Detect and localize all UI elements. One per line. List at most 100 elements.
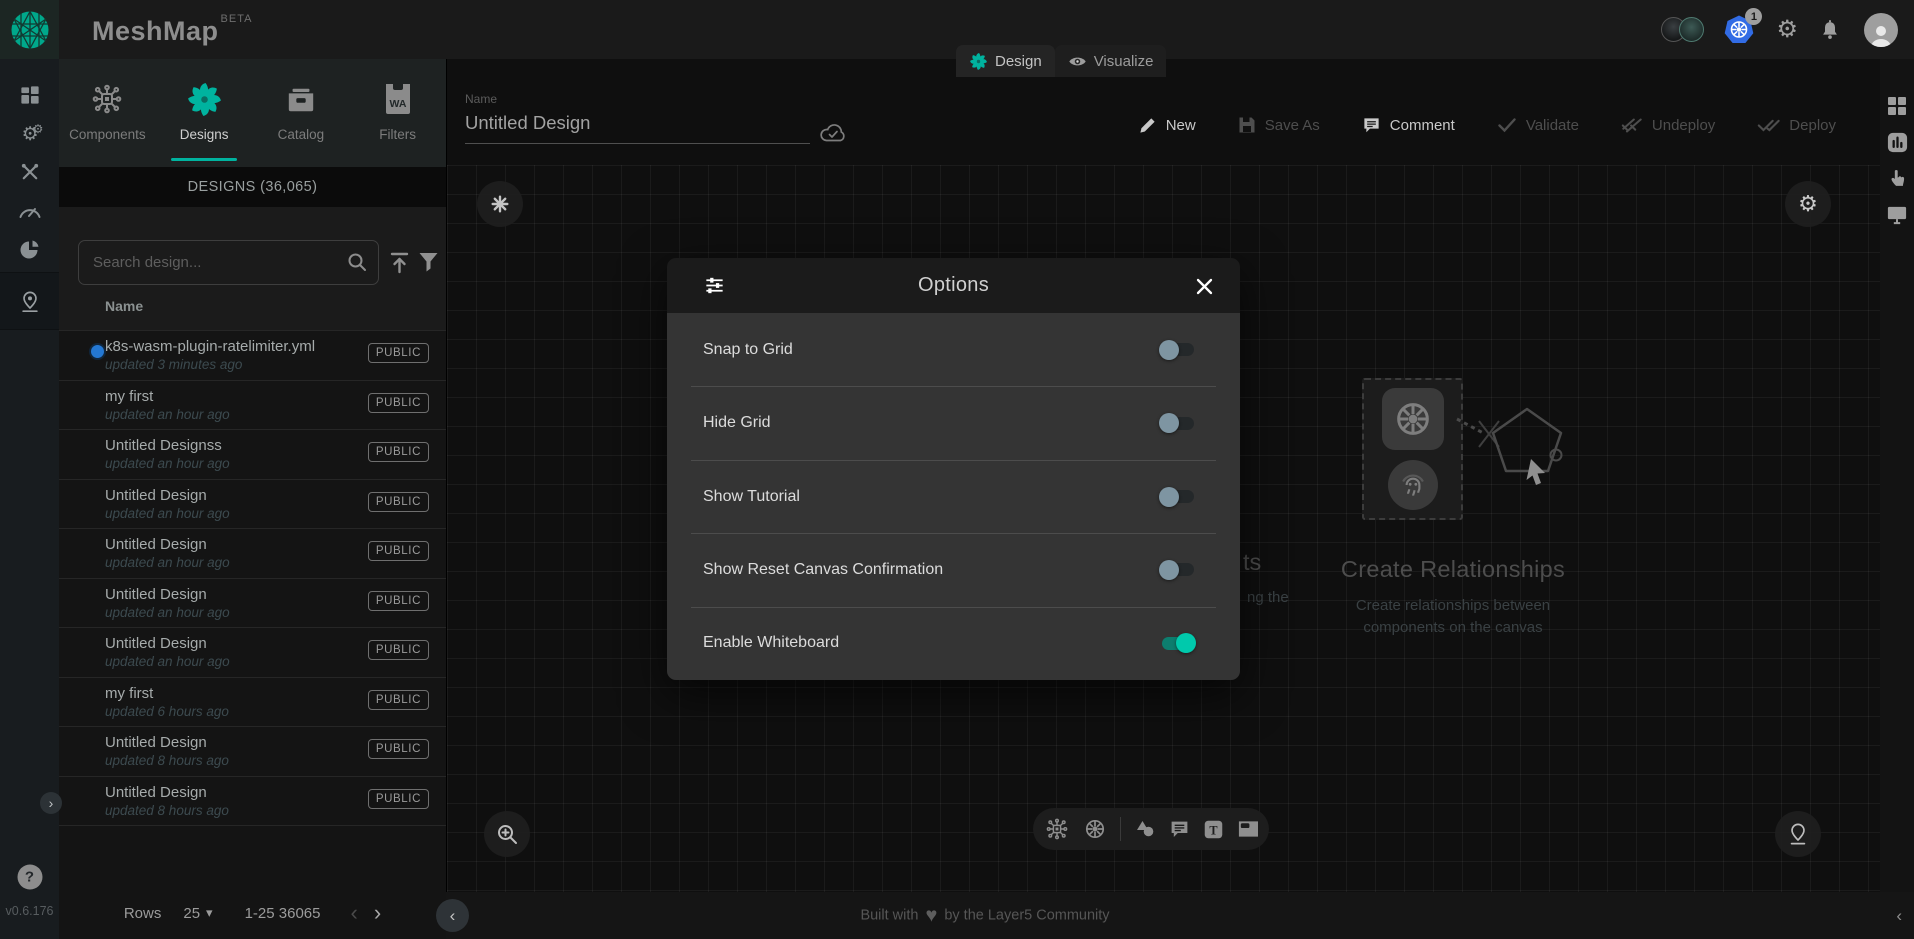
rows-label: Rows — [124, 905, 162, 922]
sidebar-item-performance[interactable] — [18, 201, 42, 219]
design-list-item[interactable]: Untitled Design updated an hour ago PUBL… — [59, 479, 446, 529]
design-list-item[interactable]: Untitled Design updated an hour ago PUBL… — [59, 528, 446, 578]
tab-filters[interactable]: WA Filters — [349, 59, 446, 167]
search-input[interactable] — [78, 240, 379, 285]
design-list-item[interactable]: my first updated 6 hours ago PUBLIC — [59, 677, 446, 727]
canvas-config-button[interactable] — [477, 181, 523, 227]
layer5-logo[interactable] — [0, 0, 59, 59]
dropdown-arrow-icon: ▾ — [206, 905, 213, 921]
app-title: MeshMapBETA — [92, 13, 252, 47]
panel-collapse-button[interactable]: ‹ — [436, 899, 469, 932]
meshmap-app: MeshMapBETA Design Visualize — [0, 0, 1914, 939]
designs-count-header: DESIGNS (36,065) — [59, 167, 446, 207]
undeploy-button[interactable]: Undeploy — [1621, 117, 1715, 134]
person-icon — [1868, 23, 1894, 47]
svg-text:WA: WA — [389, 98, 406, 110]
gear-icon: ⚙ — [1776, 18, 1798, 42]
visibility-badge: PUBLIC — [368, 492, 429, 512]
sidebar-item-meshmap[interactable] — [19, 290, 41, 314]
settings-button[interactable]: ⚙ — [1776, 18, 1798, 42]
components-grid-button[interactable] — [1886, 95, 1908, 117]
design-list-item[interactable]: k8s-wasm-plugin-ratelimiter.yml updated … — [59, 330, 446, 380]
comment-tool-button[interactable] — [1169, 819, 1190, 840]
deploy-button[interactable]: Deploy — [1757, 117, 1836, 134]
new-button[interactable]: New — [1138, 116, 1196, 135]
tab-catalog[interactable]: Catalog — [253, 59, 350, 167]
options-modal-title: Options — [667, 274, 1240, 297]
import-design-button[interactable] — [389, 251, 410, 279]
reset-view-button[interactable] — [1775, 811, 1821, 857]
eye-icon — [1068, 54, 1087, 69]
close-modal-button[interactable] — [1190, 272, 1218, 300]
tab-visualize[interactable]: Visualize — [1055, 45, 1167, 77]
design-name-input[interactable] — [465, 106, 810, 144]
option-row: Enable Whiteboard — [667, 607, 1240, 680]
comment-button[interactable]: Comment — [1362, 116, 1455, 135]
option-toggle[interactable] — [1159, 633, 1196, 653]
design-list-item[interactable]: Untitled Designss updated an hour ago PU… — [59, 429, 446, 479]
save-as-button[interactable]: Save As — [1238, 116, 1320, 134]
empty-state-title: Create Relationships — [1273, 556, 1633, 583]
hand-pointer-icon — [1887, 168, 1908, 191]
design-list-item[interactable]: my first updated an hour ago PUBLIC — [59, 380, 446, 430]
kubernetes-wheel-icon — [1392, 398, 1434, 440]
upload-icon — [389, 251, 410, 274]
designs-panel: Components Designs Catalog — [59, 59, 446, 939]
shapes-icon — [1134, 818, 1156, 840]
help-button[interactable]: ? — [17, 865, 42, 890]
collaborator-avatar-2[interactable] — [1679, 17, 1704, 42]
app-version: v0.6.176 — [0, 904, 59, 918]
kubernetes-tool-button[interactable] — [1083, 817, 1107, 841]
dashboard-icon — [18, 84, 41, 107]
metrics-button[interactable] — [1886, 131, 1909, 154]
shapes-tool-button[interactable] — [1134, 818, 1156, 840]
double-check-icon — [1757, 117, 1780, 133]
canvas-settings-button[interactable]: ⚙ — [1785, 181, 1831, 227]
pencil-icon — [1138, 116, 1157, 135]
filter-designs-button[interactable] — [418, 251, 439, 277]
layer5-mesh-icon — [10, 10, 50, 50]
sidebar-item-dashboard[interactable] — [18, 84, 41, 107]
kubernetes-context-chip[interactable]: 1 — [1724, 15, 1754, 44]
tab-components[interactable]: Components — [59, 59, 156, 167]
zoom-in-button[interactable] — [484, 811, 530, 857]
media-tool-button[interactable] — [1237, 819, 1258, 839]
next-page-button[interactable]: › — [374, 903, 381, 923]
prev-page-button[interactable]: ‹ — [350, 903, 357, 923]
design-owner-avatar — [89, 343, 106, 360]
footer-collapse-button[interactable]: ‹ — [1896, 906, 1902, 926]
canvas-toolbar: New Save As Comment Validate — [1138, 105, 1836, 145]
sidebar-item-configuration[interactable] — [18, 161, 41, 184]
design-list-item[interactable]: Untitled Design updated 8 hours ago PUBL… — [59, 776, 446, 826]
interaction-mode-button[interactable] — [1887, 168, 1908, 191]
relationship-demo-shape — [1455, 399, 1585, 514]
design-list-item[interactable]: Untitled Design updated an hour ago PUBL… — [59, 578, 446, 628]
search-icon — [346, 251, 368, 278]
rail-expand-button[interactable]: › — [40, 792, 62, 814]
option-toggle[interactable] — [1159, 487, 1196, 507]
sidebar-item-extensions[interactable] — [18, 237, 42, 261]
gear-icon: ⚙ — [1798, 193, 1818, 215]
component-tool-button[interactable] — [1044, 816, 1070, 842]
text-tool-button[interactable]: T — [1203, 819, 1224, 840]
user-avatar[interactable] — [1864, 13, 1898, 47]
notifications-button[interactable] — [1820, 19, 1840, 41]
design-list-region: k8s-wasm-plugin-ratelimiter.yml updated … — [59, 330, 446, 939]
option-toggle[interactable] — [1159, 413, 1196, 433]
tab-design[interactable]: Design — [956, 45, 1055, 77]
page-size-select[interactable]: 25 ▾ — [183, 905, 212, 922]
empty-state-description: Create relationships between components … — [1323, 595, 1583, 639]
option-toggle[interactable] — [1159, 560, 1196, 580]
display-mode-button[interactable] — [1886, 205, 1908, 225]
design-list-item[interactable]: Untitled Design updated 8 hours ago PUBL… — [59, 726, 446, 776]
validate-button[interactable]: Validate — [1497, 117, 1579, 134]
sidebar-item-lifecycle[interactable]: ⚙⚙ — [22, 122, 38, 146]
option-toggle[interactable] — [1159, 340, 1196, 360]
tab-designs[interactable]: Designs — [156, 59, 253, 167]
wasm-filter-icon: WA — [384, 80, 412, 118]
visibility-badge: PUBLIC — [368, 690, 429, 710]
occluded-title-fragment: ts — [1243, 549, 1261, 576]
design-list-item[interactable]: Untitled Design updated an hour ago PUBL… — [59, 627, 446, 677]
squid-icon — [1396, 468, 1430, 502]
option-row: Snap to Grid — [667, 313, 1240, 386]
